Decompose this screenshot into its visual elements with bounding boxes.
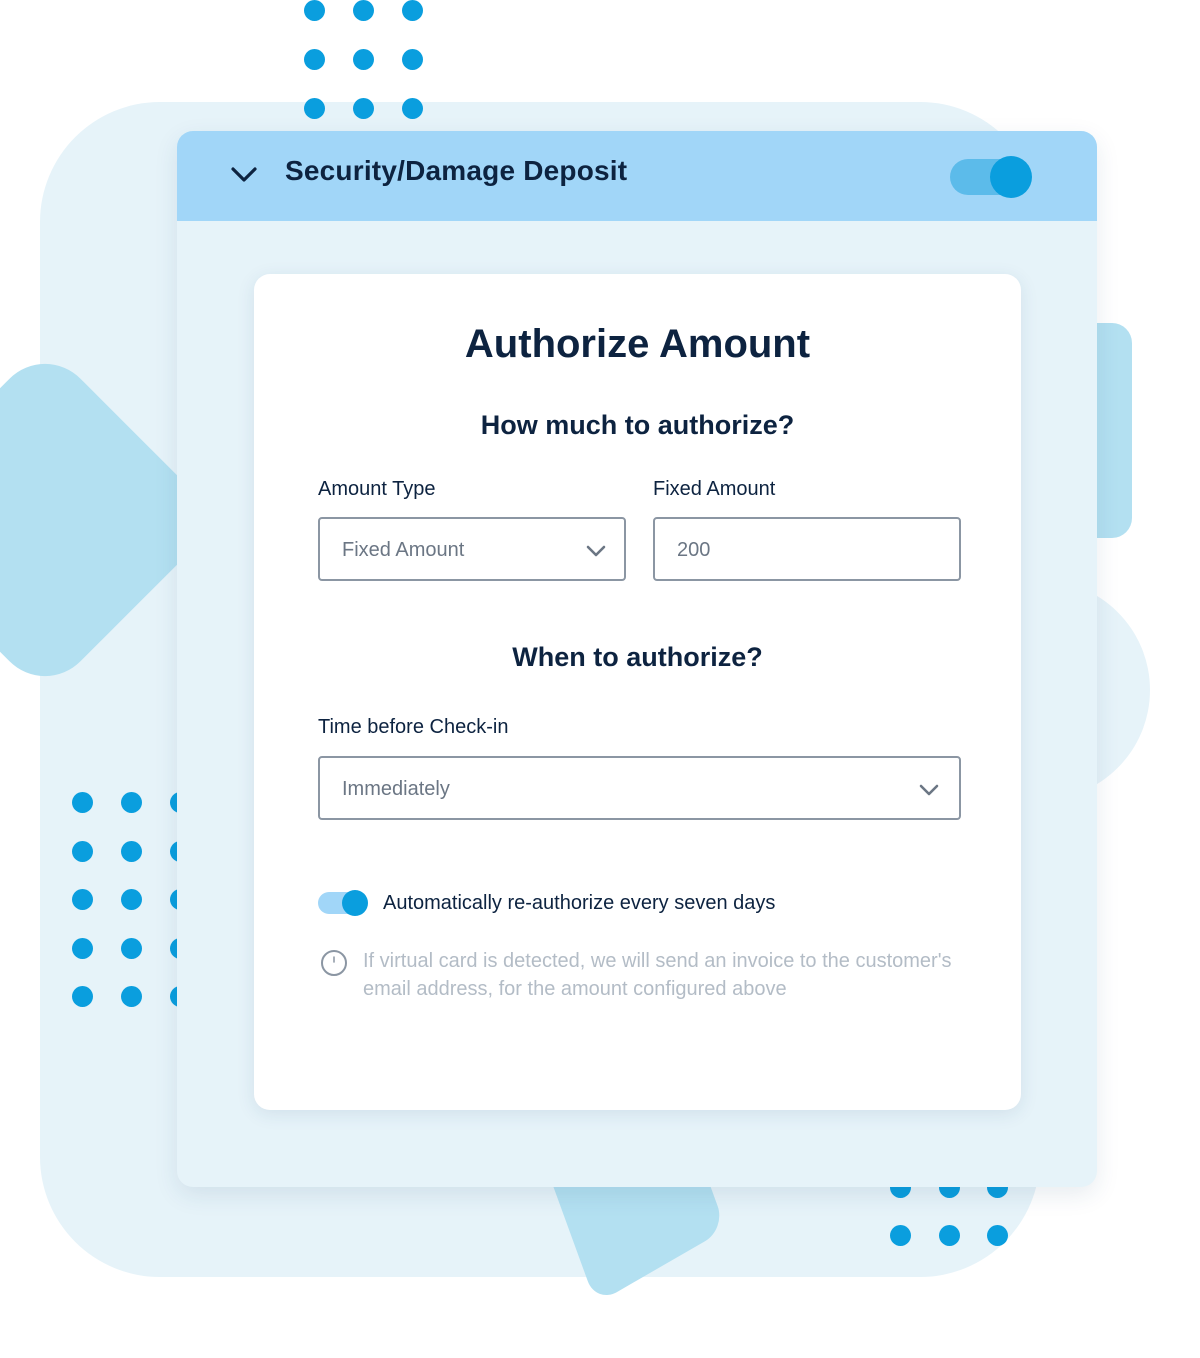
deposit-toggle[interactable] <box>950 156 1032 198</box>
time-before-checkin-select[interactable]: Immediately <box>318 756 961 820</box>
when-heading: When to authorize? <box>512 642 763 672</box>
chevron-down-icon <box>586 545 606 557</box>
authorize-card: Authorize Amount How much to authorize? … <box>254 274 1021 1110</box>
chevron-down-icon[interactable] <box>229 159 259 189</box>
info-text: If virtual card is detected, we will sen… <box>363 950 952 1000</box>
panel-title: Security/Damage Deposit <box>285 155 628 186</box>
amount-type-label: Amount Type <box>318 478 436 500</box>
info-icon <box>321 950 347 976</box>
reauthorize-toggle[interactable] <box>318 890 368 916</box>
panel-header[interactable]: Security/Damage Deposit <box>177 131 1097 221</box>
fixed-amount-label: Fixed Amount <box>653 478 776 500</box>
amount-type-value: Fixed Amount <box>342 539 465 561</box>
toggle-knob <box>990 156 1032 198</box>
fixed-amount-value: 200 <box>677 539 711 561</box>
toggle-knob <box>342 890 368 916</box>
dot-grid-top <box>304 0 423 119</box>
chevron-down-icon <box>919 784 939 796</box>
amount-type-select[interactable]: Fixed Amount <box>318 517 626 581</box>
dot-grid-left <box>72 792 191 1007</box>
how-much-heading: How much to authorize? <box>480 410 795 440</box>
reauthorize-label: Automatically re-authorize every seven d… <box>383 892 776 914</box>
time-before-checkin-label: Time before Check-in <box>318 716 509 738</box>
card-title: Authorize Amount <box>464 322 811 366</box>
time-before-checkin-value: Immediately <box>342 778 450 800</box>
fixed-amount-input[interactable]: 200 <box>653 517 961 581</box>
